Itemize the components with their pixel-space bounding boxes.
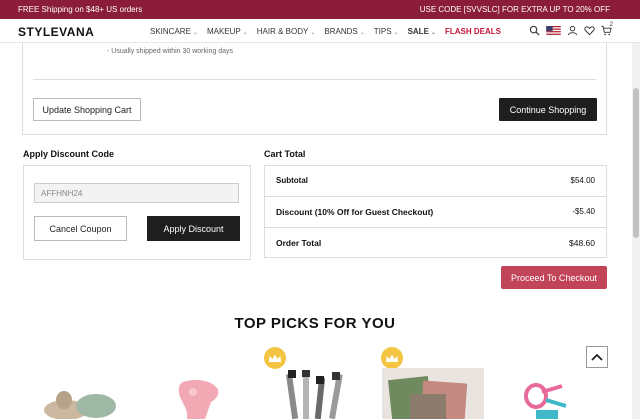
order-total-row: Order Total $48.60: [265, 227, 606, 258]
crown-badge-icon: [381, 347, 403, 369]
cart-total-table: Subtotal $54.00 Discount (10% Off for Gu…: [264, 165, 607, 258]
discount-box: [23, 165, 251, 260]
product-image-gua-sha[interactable]: [175, 378, 227, 419]
category-menu: SKINCARE ⌄ MAKEUP ⌄ HAIR & BODY ⌄ BRANDS ⌄ T…: [150, 27, 501, 36]
subtotal-label: Subtotal: [276, 176, 308, 185]
search-icon[interactable]: [529, 25, 540, 36]
divider: [33, 79, 596, 80]
product-image-hair-clip[interactable]: [36, 388, 126, 419]
nav-item-label: HAIR & BODY: [256, 27, 309, 36]
header-icons: [529, 25, 612, 36]
product-image-pouches[interactable]: [382, 368, 484, 419]
top-picks-title: TOP PICKS FOR YOU: [234, 315, 396, 332]
chevron-down-icon: ⌄: [192, 30, 198, 36]
subtotal-row: Subtotal $54.00: [265, 166, 606, 197]
nav-item-makeup[interactable]: MAKEUP ⌄: [207, 27, 248, 36]
nav-item-label: MAKEUP: [206, 27, 241, 36]
order-total-label: Order Total: [276, 238, 322, 248]
nav-item-sale[interactable]: SALE ⌄: [408, 27, 436, 36]
nav-item-tips[interactable]: TIPS ⌄: [374, 27, 399, 36]
scrollbar[interactable]: [632, 43, 640, 419]
discount-value: -$5.40: [572, 207, 595, 216]
discount-row: Discount (10% Off for Guest Checkout) -$…: [265, 196, 606, 227]
continue-shopping-button[interactable]: Continue Shopping: [499, 98, 597, 121]
logo[interactable]: STYLEVANA: [18, 25, 94, 39]
proceed-to-checkout-button[interactable]: Proceed To Checkout: [501, 266, 607, 289]
chevron-down-icon: ⌄: [430, 30, 436, 36]
product-image-eyelash-curler[interactable]: [522, 380, 577, 419]
nav-item-hair-body[interactable]: HAIR & BODY ⌄: [257, 27, 316, 36]
nav-item-label: SKINCARE: [150, 27, 191, 36]
discount-label: Discount (10% Off for Guest Checkout): [276, 207, 434, 217]
order-total-value: $48.60: [569, 238, 595, 248]
nav-item-label: BRANDS: [324, 27, 358, 36]
cart-items-box: [22, 43, 607, 135]
scrollbar-thumb[interactable]: [633, 88, 639, 238]
chevron-down-icon: ⌄: [242, 30, 248, 36]
discount-heading: Apply Discount Code: [23, 149, 115, 159]
nav-item-label: TIPS: [373, 27, 392, 36]
chevron-down-icon: ⌄: [310, 30, 316, 36]
chevron-down-icon: ⌄: [359, 30, 365, 36]
update-cart-button[interactable]: Update Shopping Cart: [33, 98, 141, 121]
promo-bar: FREE Shipping on $48+ US orders USE CODE…: [0, 0, 640, 19]
nav-item-flash-deals[interactable]: FLASH DEALS: [445, 27, 501, 36]
chevron-down-icon: ⌄: [393, 30, 399, 36]
main-nav: STYLEVANA SKINCARE ⌄ MAKEUP ⌄ HAIR & BODY ⌄…: [0, 19, 640, 43]
cart-total-heading: Cart Total: [264, 149, 306, 159]
nav-item-brands[interactable]: BRANDS ⌄: [324, 27, 364, 36]
chevron-up-icon: [591, 353, 603, 361]
nav-item-skincare[interactable]: SKINCARE ⌄: [150, 27, 198, 36]
back-to-top-button[interactable]: [586, 346, 608, 368]
shipping-note: - Usually shipped within 30 working days: [107, 48, 234, 55]
heart-icon[interactable]: [584, 25, 595, 36]
cart-count-badge: 2: [609, 22, 613, 28]
free-shipping-text: FREE Shipping on $48+ US orders: [18, 5, 143, 14]
apply-discount-button[interactable]: Apply Discount: [147, 216, 240, 241]
coupon-promo-text[interactable]: USE CODE [SVVSLC] FOR EXTRA UP TO 20% OF…: [420, 5, 610, 14]
product-image-brush-set[interactable]: [285, 370, 355, 419]
crown-badge-icon: [264, 347, 286, 369]
us-flag-icon[interactable]: [546, 25, 561, 36]
coupon-code-input[interactable]: [34, 183, 239, 203]
cancel-coupon-button[interactable]: Cancel Coupon: [34, 216, 127, 241]
user-icon[interactable]: [567, 25, 578, 36]
subtotal-value: $54.00: [570, 176, 595, 185]
nav-item-label: SALE: [407, 27, 429, 36]
